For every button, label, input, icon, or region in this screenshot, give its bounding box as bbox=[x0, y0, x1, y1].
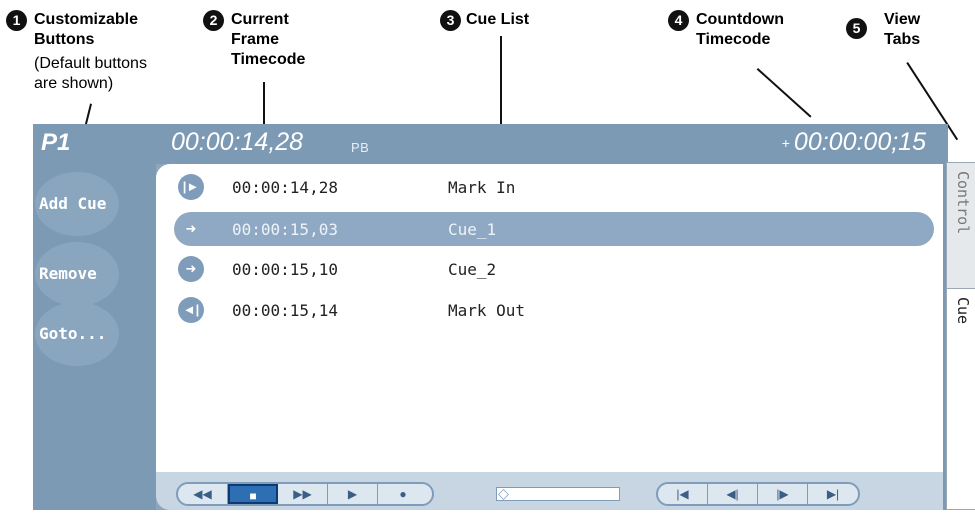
callout-number: 4 bbox=[668, 10, 689, 31]
scrub-slider[interactable] bbox=[496, 487, 620, 501]
cue-name: Cue_1 bbox=[448, 220, 497, 239]
cue-row[interactable]: ◄| 00:00:15,14 Mark Out bbox=[156, 293, 941, 327]
cue-list: |► 00:00:14,28 Mark In ➜ 00:00:15,03 Cue… bbox=[156, 164, 943, 472]
go-to-end-button[interactable]: ▶| bbox=[808, 484, 858, 504]
cue-timecode: 00:00:14,28 bbox=[232, 178, 338, 197]
cue-arrow-icon: ➜ bbox=[178, 256, 204, 282]
callout-number: 5 bbox=[846, 18, 867, 39]
step-back-button[interactable]: ◀| bbox=[708, 484, 758, 504]
cue-timecode: 00:00:15,14 bbox=[232, 301, 338, 320]
mark-out-icon: ◄| bbox=[178, 297, 204, 323]
cue-row[interactable]: ➜ 00:00:15,10 Cue_2 bbox=[156, 252, 941, 286]
tab-control-label: Control bbox=[954, 171, 972, 235]
callout-current-frame-timecode: 2 Current Frame Timecode bbox=[203, 10, 353, 80]
step-forward-button[interactable]: |▶ bbox=[758, 484, 808, 504]
callout-subtitle: (Default buttons are shown) bbox=[34, 55, 147, 92]
callout-title: View Tabs bbox=[884, 11, 921, 48]
goto-button[interactable]: Goto... bbox=[35, 302, 119, 366]
tab-cue-label: Cue bbox=[954, 297, 972, 325]
callout-number: 2 bbox=[203, 10, 224, 31]
callout-customizable-buttons: 1 Customizable Buttons (Default buttons … bbox=[6, 10, 206, 110]
go-to-start-button[interactable]: |◀ bbox=[658, 484, 708, 504]
callout-title: Countdown Timecode bbox=[696, 11, 784, 48]
port-label: P1 bbox=[41, 129, 71, 156]
callout-cue-list: 3 Cue List bbox=[440, 10, 580, 34]
cue-arrow-icon: ➜ bbox=[185, 221, 197, 236]
stop-button[interactable]: ■ bbox=[228, 484, 278, 504]
countdown-value: 00:00:00;15 bbox=[793, 128, 926, 156]
cue-row[interactable]: |► 00:00:14,28 Mark In bbox=[156, 170, 941, 204]
callout-number: 3 bbox=[440, 10, 461, 31]
callout-title: Customizable Buttons bbox=[34, 11, 139, 48]
transport-group-step: |◀ ◀| |▶ ▶| bbox=[656, 482, 860, 506]
mark-in-icon: |► bbox=[178, 174, 204, 200]
cue-name: Mark In bbox=[448, 178, 516, 197]
callout-countdown-timecode: 4 Countdown Timecode bbox=[668, 10, 818, 56]
fast-forward-button[interactable]: ▶▶ bbox=[278, 484, 328, 504]
leader-line bbox=[263, 82, 265, 130]
tab-control[interactable]: Control bbox=[946, 162, 975, 290]
cue-timecode: 00:00:15,10 bbox=[232, 260, 338, 279]
cue-name: Mark Out bbox=[448, 301, 526, 320]
cue-name: Cue_2 bbox=[448, 260, 497, 279]
player-window: P1 00:00:14,28 PB +00:00:00;15 Add Cue R… bbox=[33, 124, 948, 510]
remove-button[interactable]: Remove bbox=[35, 242, 119, 306]
current-frame-timecode: 00:00:14,28 bbox=[171, 128, 304, 156]
transport-group-playback: ◀◀ ■ ▶▶ ▶ ● bbox=[176, 482, 434, 506]
callout-number: 1 bbox=[6, 10, 27, 31]
cue-row-selected[interactable]: ➜ 00:00:15,03 Cue_1 bbox=[174, 212, 934, 246]
tab-cue[interactable]: Cue bbox=[946, 288, 975, 510]
leader-line bbox=[756, 68, 812, 118]
callout-title: Cue List bbox=[466, 11, 530, 28]
countdown-timecode: +00:00:00;15 bbox=[782, 128, 926, 157]
cue-timecode: 00:00:15,03 bbox=[232, 220, 338, 239]
scrub-thumb[interactable] bbox=[498, 489, 509, 500]
play-button[interactable]: ▶ bbox=[328, 484, 378, 504]
add-cue-button[interactable]: Add Cue bbox=[35, 172, 119, 236]
customizable-buttons-panel: Add Cue Remove Goto... bbox=[33, 164, 156, 510]
record-button[interactable]: ● bbox=[378, 484, 428, 504]
callout-title: Current Frame Timecode bbox=[231, 11, 306, 68]
countdown-arrow-icon: + bbox=[781, 135, 790, 152]
rewind-button[interactable]: ◀◀ bbox=[178, 484, 228, 504]
transport-bar: ◀◀ ■ ▶▶ ▶ ● |◀ ◀| |▶ ▶| bbox=[156, 472, 943, 510]
mode-indicator: PB bbox=[351, 140, 370, 155]
callout-view-tabs: 5 View Tabs bbox=[846, 10, 956, 56]
title-bar: P1 00:00:14,28 PB +00:00:00;15 bbox=[33, 124, 948, 164]
